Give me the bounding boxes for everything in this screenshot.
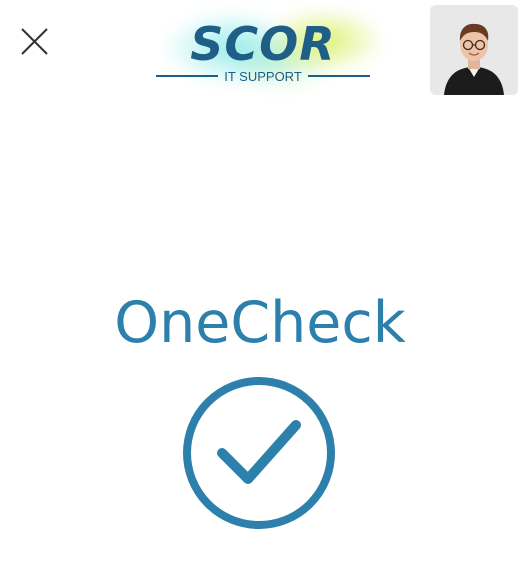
logo-subtitle: IT SUPPORT: [156, 66, 371, 86]
brand-logo: SCOR IT SUPPORT: [130, 2, 400, 98]
logo-wordmark: SCOR: [190, 17, 336, 71]
logo-rule-left: [156, 75, 219, 77]
user-avatar[interactable]: [430, 5, 518, 95]
close-icon: [21, 28, 48, 55]
logo-subtitle-text: IT SUPPORT: [224, 68, 302, 84]
logo-rule-right: [307, 75, 371, 77]
check-circle-icon: [183, 377, 335, 529]
page-title: OneCheck: [114, 290, 406, 356]
user-photo: [430, 5, 518, 95]
status-check: [181, 375, 337, 531]
close-button[interactable]: [14, 21, 54, 61]
